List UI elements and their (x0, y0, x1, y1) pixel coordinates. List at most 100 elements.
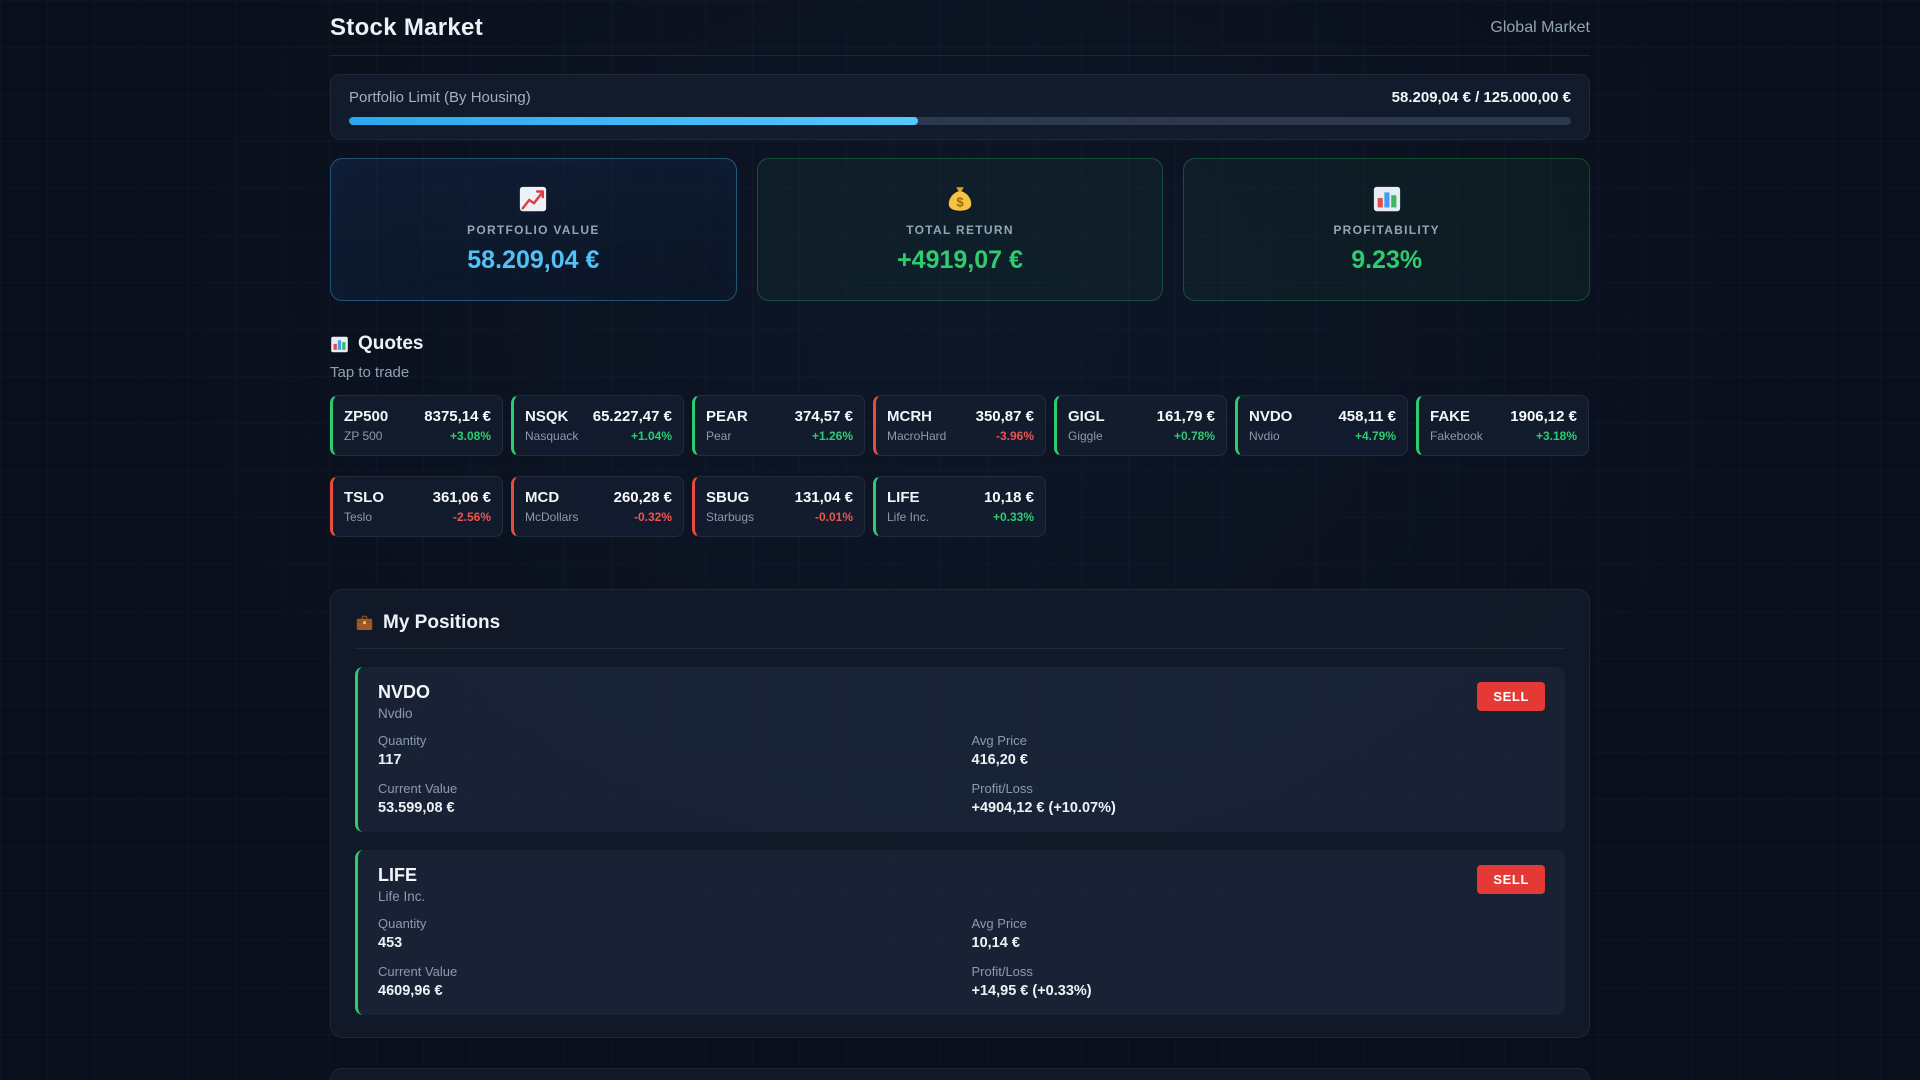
positions-title: My Positions (383, 612, 500, 634)
quote-price: 161,79 € (1157, 408, 1215, 425)
position-profit-loss: Profit/Loss +4904,12 € (+10.07%) (972, 781, 1546, 817)
quote-change: -0.32% (634, 510, 672, 524)
quote-change: +3.08% (450, 429, 491, 443)
quote-name: Pear (706, 429, 748, 443)
position-identity: LIFE Life Inc. (378, 865, 425, 904)
stat-label: PORTFOLIO VALUE (467, 223, 600, 237)
quote-price: 1906,12 € (1510, 408, 1577, 425)
quote-price: 8375,14 € (424, 408, 491, 425)
quote-change: +3.18% (1536, 429, 1577, 443)
quote-chip-life[interactable]: LIFE Life Inc. 10,18 € +0.33% (873, 476, 1046, 537)
quote-change: +4.79% (1355, 429, 1396, 443)
field-value: 416,20 € (972, 752, 1028, 768)
field-label: Current Value (378, 964, 952, 979)
position-identity: NVDO Nvdio (378, 682, 430, 721)
quote-chip-fake[interactable]: FAKE Fakebook 1906,12 € +3.18% (1416, 395, 1589, 456)
quote-chip-sbug[interactable]: SBUGStarbugs 131,04 €-0.01% (692, 476, 865, 537)
stat-label: TOTAL RETURN (906, 223, 1014, 237)
quote-price: 361,06 € (433, 489, 491, 506)
position-name: Life Inc. (378, 889, 425, 904)
bar-chart-icon (1372, 184, 1402, 214)
quote-change: -3.96% (996, 429, 1034, 443)
page-title: Stock Market (330, 14, 483, 42)
position-current-value: Current Value 53.599,08 € (378, 781, 952, 817)
quote-price: 131,04 € (795, 489, 853, 506)
position-head: NVDO Nvdio SELL (378, 682, 1545, 721)
position-avg-price: Avg Price 416,20 € (972, 733, 1546, 769)
quotes-subtitle: Tap to trade (330, 364, 1590, 381)
profitability-value: 9.23% (1351, 246, 1422, 275)
quote-change: +1.04% (631, 429, 672, 443)
quote-chip-zp500[interactable]: ZP500ZP 500 8375,14 €+3.08% (330, 395, 503, 456)
field-label: Current Value (378, 781, 952, 796)
field-value: +14,95 € (+0.33%) (972, 983, 1092, 999)
quote-price: 458,11 € (1338, 408, 1396, 425)
quote-chip-gigl[interactable]: GIGLGiggle 161,79 €+0.78% (1054, 395, 1227, 456)
field-value: 53.599,08 € (378, 800, 455, 816)
quote-chip-tslo[interactable]: TSLOTeslo 361,06 €-2.56% (330, 476, 503, 537)
quote-name: Nasquack (525, 429, 578, 443)
header: Stock Market Global Market (330, 14, 1590, 56)
field-value: 453 (378, 935, 402, 951)
position-quantity: Quantity 453 (378, 916, 952, 952)
quote-symbol: TSLO (344, 489, 384, 506)
field-label: Avg Price (972, 916, 1546, 931)
position-details: Quantity 453 Avg Price 10,14 € Current V… (378, 916, 1545, 1000)
positions-heading: My Positions (355, 612, 1565, 649)
position-avg-price: Avg Price 10,14 € (972, 916, 1546, 952)
field-value: +4904,12 € (+10.07%) (972, 800, 1116, 816)
quote-symbol: GIGL (1068, 408, 1105, 425)
field-value: 117 (378, 752, 401, 768)
portfolio-limit-progress-track (349, 117, 1571, 125)
quote-change: +0.33% (993, 510, 1034, 524)
sell-button-life[interactable]: SELL (1477, 865, 1545, 894)
position-head: LIFE Life Inc. SELL (378, 865, 1545, 904)
quotes-grid: ZP500ZP 500 8375,14 €+3.08% NSQKNasquack… (330, 395, 1590, 537)
svg-text:$: $ (956, 195, 964, 210)
quote-name: McDollars (525, 510, 578, 524)
quote-price: 350,87 € (976, 408, 1034, 425)
quotes-section: Quotes Tap to trade ZP500ZP 500 8375,14 … (330, 333, 1590, 537)
quote-price: 374,57 € (795, 408, 853, 425)
stock-market-page: Stock Market Global Market Portfolio Lim… (330, 0, 1590, 1080)
quote-change: +1.26% (812, 429, 853, 443)
quote-name: MacroHard (887, 429, 946, 443)
field-label: Quantity (378, 733, 952, 748)
sell-button-nvdo[interactable]: SELL (1477, 682, 1545, 711)
quote-chip-nvdo[interactable]: NVDONvdio 458,11 €+4.79% (1235, 395, 1408, 456)
field-value: 10,14 € (972, 935, 1020, 951)
quote-chip-mcrh[interactable]: MCRH MacroHard 350,87 € -3.96% (873, 395, 1046, 456)
quote-name: Nvdio (1249, 429, 1292, 443)
quote-symbol: PEAR (706, 408, 748, 425)
quote-price: 65.227,47 € (593, 408, 672, 425)
quote-chip-mcd[interactable]: MCDMcDollars 260,28 €-0.32% (511, 476, 684, 537)
market-scope-label: Global Market (1490, 19, 1590, 37)
briefcase-icon (355, 614, 374, 633)
field-label: Profit/Loss (972, 781, 1546, 796)
quote-price: 10,18 € (984, 489, 1034, 506)
quote-symbol: MCRH (887, 408, 946, 425)
profitability-card: PROFITABILITY 9.23% (1183, 158, 1590, 301)
quote-symbol: FAKE (1430, 408, 1483, 425)
quote-chip-nsqk[interactable]: NSQKNasquack 65.227,47 €+1.04% (511, 395, 684, 456)
position-symbol: LIFE (378, 865, 425, 886)
quote-name: Fakebook (1430, 429, 1483, 443)
position-card-nvdo: NVDO Nvdio SELL Quantity 117 Avg Price 4… (355, 667, 1565, 832)
my-positions-panel: My Positions NVDO Nvdio SELL Quantity 11… (330, 589, 1590, 1038)
quote-name: ZP 500 (344, 429, 388, 443)
quote-name: Life Inc. (887, 510, 929, 524)
chart-increasing-icon (518, 184, 548, 214)
field-label: Quantity (378, 916, 952, 931)
quote-chip-pear[interactable]: PEAR Pear 374,57 € +1.26% (692, 395, 865, 456)
total-return-value: +4919,07 € (897, 246, 1023, 275)
field-label: Avg Price (972, 733, 1546, 748)
quote-name: Teslo (344, 510, 384, 524)
position-details: Quantity 117 Avg Price 416,20 € Current … (378, 733, 1545, 817)
portfolio-limit-progress-fill (349, 117, 918, 125)
quotes-title: Quotes (358, 333, 423, 355)
quote-symbol: LIFE (887, 489, 929, 506)
field-value: 4609,96 € (378, 983, 443, 999)
total-return-card: $ TOTAL RETURN +4919,07 € (757, 158, 1164, 301)
quotes-heading: Quotes (330, 333, 1590, 355)
portfolio-limit-label: Portfolio Limit (By Housing) (349, 89, 531, 106)
